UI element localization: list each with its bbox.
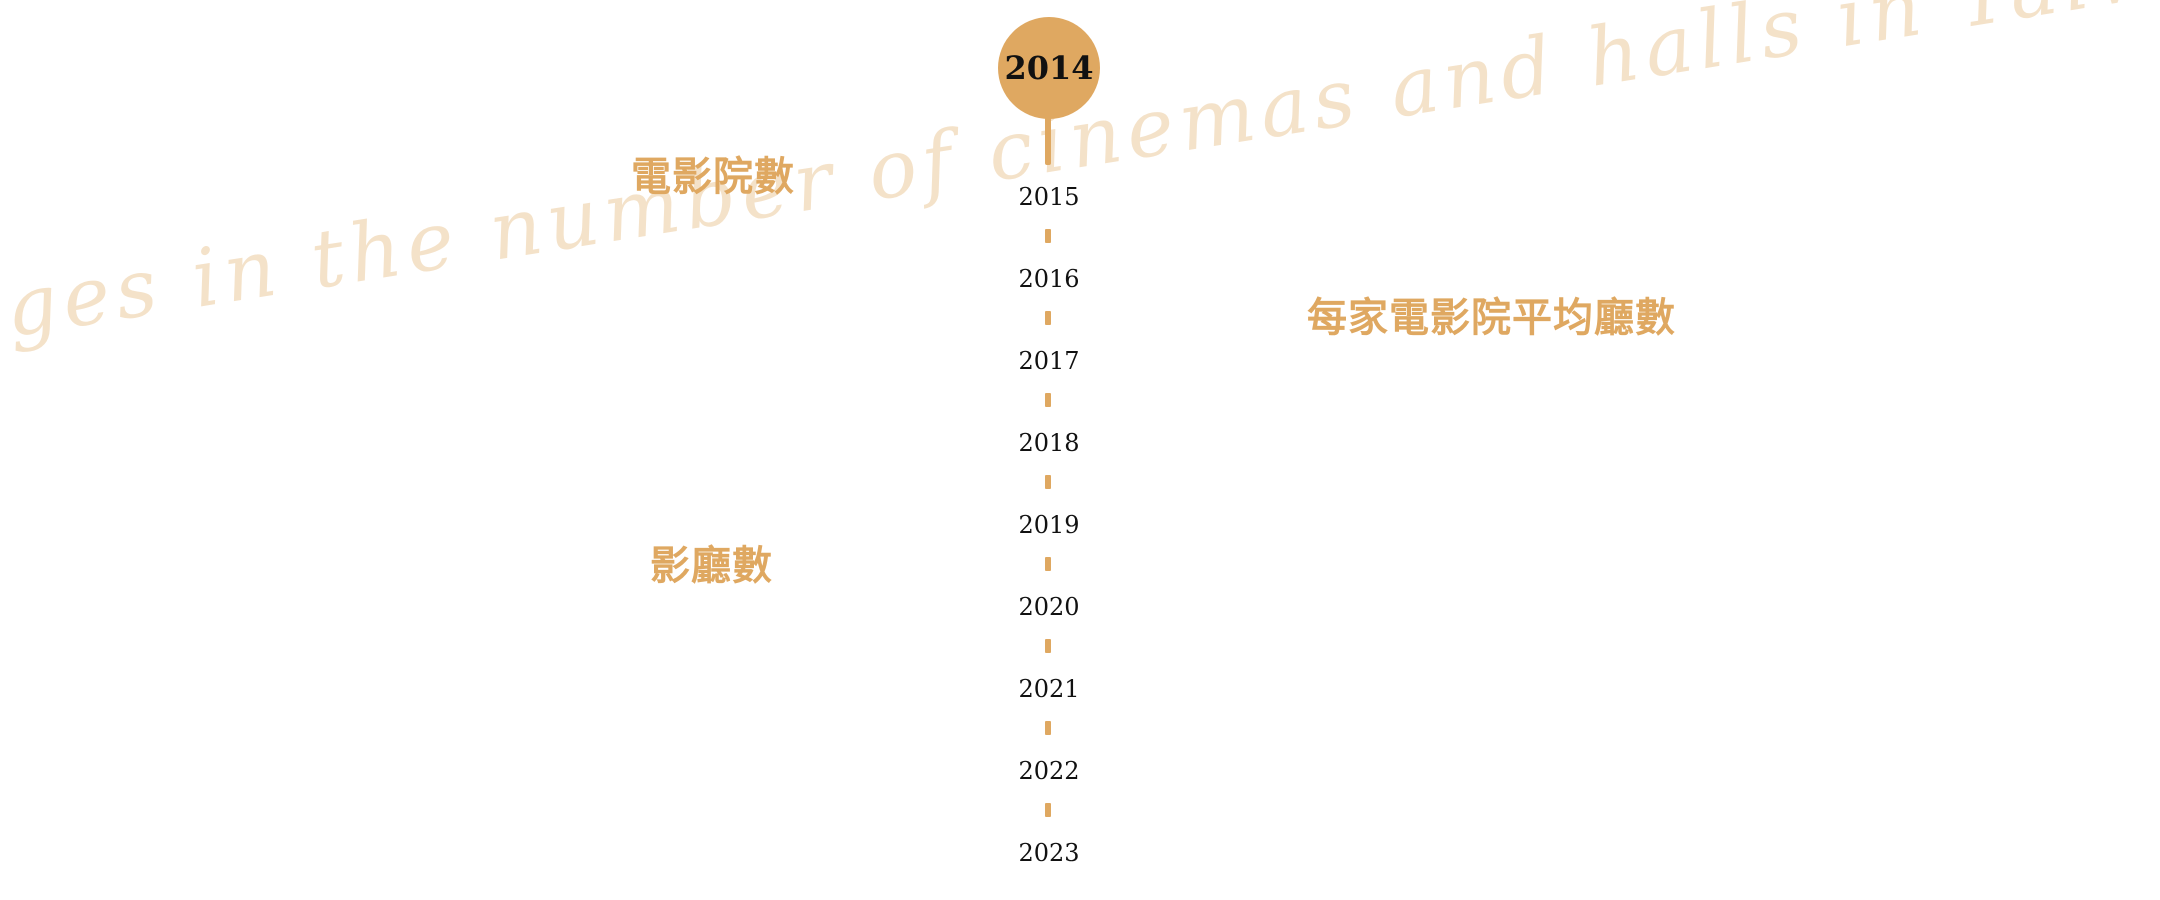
year-item-2021[interactable]: 2021 [998,672,1100,706]
year-item-2018[interactable]: 2018 [998,426,1100,460]
timeline-dash [1045,229,1051,243]
average-halls-label: 每家電影院平均廳數 [1307,294,1676,341]
timeline-dash [1045,721,1051,735]
cinemas-count-label: 電影院數 [631,153,795,200]
year-item-2019[interactable]: 2019 [998,508,1100,542]
timeline-dash [1045,557,1051,571]
timeline-dash [1045,393,1051,407]
timeline-dash [1045,475,1051,489]
timeline-dash [1045,803,1051,817]
halls-count-label: 影廳數 [650,542,773,589]
timeline-connector [1045,115,1051,165]
timeline-dash [1045,639,1051,653]
year-item-2017[interactable]: 2017 [998,344,1100,378]
year-item-2022[interactable]: 2022 [998,754,1100,788]
page-canvas: Changes in the number of cinemas and hal… [0,0,2160,900]
year-item-2015[interactable]: 2015 [998,180,1100,214]
year-item-2023[interactable]: 2023 [998,836,1100,870]
current-year-button[interactable]: 2014 [998,17,1100,119]
year-item-2016[interactable]: 2016 [998,262,1100,296]
year-item-2020[interactable]: 2020 [998,590,1100,624]
timeline-dash [1045,311,1051,325]
